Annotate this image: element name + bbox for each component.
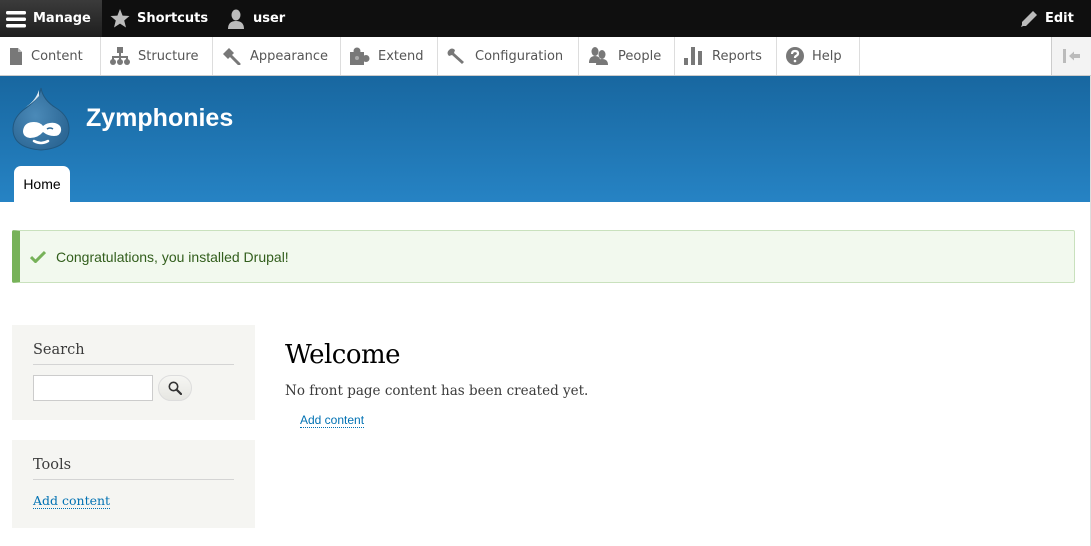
star-icon [110,9,130,28]
tray-item-label: Configuration [475,48,564,64]
question-icon [786,47,804,65]
edit-button[interactable]: Edit [1020,0,1074,37]
add-content-link[interactable]: Add content [300,413,365,428]
page-title: Welcome [285,340,401,370]
tools-block-title: Tools [33,440,234,480]
manage-button[interactable]: Manage [0,0,102,37]
manage-label: Manage [33,11,91,26]
tray-item-people[interactable]: People [579,37,675,75]
tray-orientation-toggle[interactable] [1051,37,1091,75]
tray-item-help[interactable]: Help [777,37,860,75]
tray-item-structure[interactable]: Structure [101,37,213,75]
checkmark-icon [30,250,46,263]
main-content: Welcome No front page content has been c… [285,340,588,429]
tray-item-extend[interactable]: Extend [341,37,438,75]
tray-item-label: Reports [712,48,762,64]
search-block-title: Search [33,325,234,365]
tray-item-configuration[interactable]: Configuration [438,37,579,75]
tray-item-content[interactable]: Content [0,37,101,75]
shortcuts-label: Shortcuts [137,11,209,26]
pencil-icon [1021,10,1037,27]
edit-label: Edit [1045,11,1074,26]
wrench-icon [447,48,464,64]
tab-home[interactable]: Home [14,166,70,202]
bar-chart-icon [684,47,702,65]
user-button[interactable]: user [226,0,285,37]
tray-item-reports[interactable]: Reports [675,37,777,75]
person-icon [228,9,244,29]
people-icon [589,47,608,65]
status-message: Congratulations, you installed Drupal! [12,230,1075,283]
search-button[interactable] [158,375,192,401]
site-name[interactable]: Zymphonies [86,104,233,133]
page-body: No front page content has been created y… [285,383,589,399]
hamburger-icon [6,10,26,27]
tools-add-content-link[interactable]: Add content [33,493,111,509]
tray-item-label: Extend [378,48,424,64]
tools-block: Tools Add content [12,440,255,528]
puzzle-icon [350,47,370,65]
shortcuts-button[interactable]: Shortcuts [110,0,208,37]
file-icon [10,47,22,65]
tray-item-label: People [618,48,662,64]
search-input[interactable] [33,375,153,401]
user-label: user [253,11,286,26]
tray-item-label: Structure [138,48,199,64]
admin-tray: Content Structure Appearance Extend Conf… [0,37,1091,76]
search-block: Search [12,325,255,420]
collapse-left-icon [1062,49,1080,63]
site-header: Zymphonies Home [0,76,1090,202]
admin-toolbar: Manage Shortcuts user Edit [0,0,1091,37]
status-message-text: Congratulations, you installed Drupal! [56,248,289,265]
sitemap-icon [110,47,130,65]
tray-item-label: Appearance [250,48,329,64]
tray-item-label: Content [31,48,83,64]
paintbrush-icon [223,48,241,65]
tray-item-appearance[interactable]: Appearance [213,37,341,75]
tray-item-label: Help [812,48,842,64]
drupal-logo[interactable] [10,84,72,152]
search-icon [168,381,182,395]
